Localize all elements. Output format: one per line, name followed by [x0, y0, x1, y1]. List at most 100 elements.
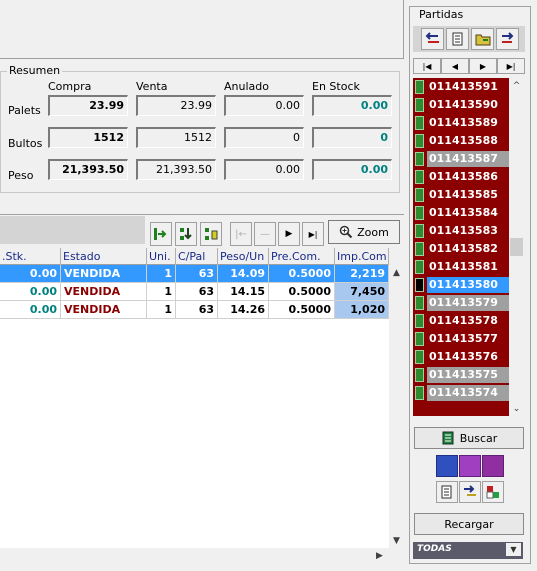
transfer-right-icon	[501, 32, 513, 43]
cell-peso-un: 14.09	[218, 265, 269, 283]
tools-transfer-button[interactable]	[459, 481, 481, 503]
partida-item[interactable]: 011413591	[413, 78, 524, 96]
col-header-compra: Compra	[48, 80, 92, 93]
tools-grid-button[interactable]	[482, 481, 504, 503]
move-down-button[interactable]	[175, 222, 197, 246]
grid-vertical-scrollbar[interactable]: ▲ ▼	[389, 265, 404, 548]
partida-item[interactable]: 011413583	[413, 222, 524, 240]
next-record-button[interactable]: ▶	[278, 222, 300, 246]
partida-item[interactable]: 011413575	[413, 366, 524, 384]
scroll-up-icon[interactable]: ▲	[389, 265, 404, 280]
chevron-down-icon[interactable]: ▼	[506, 543, 521, 556]
partida-item[interactable]: 011413589	[413, 114, 524, 132]
grid-horizontal-scrollbar[interactable]: ▶	[0, 548, 404, 563]
row-indicator-icon	[415, 332, 424, 346]
document-icon	[441, 485, 452, 499]
table-row[interactable]: 0.00 VENDIDA 1 63 14.09 0.5000 2,219	[0, 265, 389, 283]
cell-imp-com: 2,219	[335, 265, 389, 283]
partida-item[interactable]: 011413590	[413, 96, 524, 114]
partida-item[interactable]: 011413578	[413, 312, 524, 330]
partida-item[interactable]: 011413584	[413, 204, 524, 222]
partidas-action-3-button[interactable]	[471, 28, 494, 50]
check-purple-icon[interactable]	[459, 455, 481, 477]
header-imp-com[interactable]: Imp.Com	[335, 248, 389, 265]
bultos-venta-value: 1512	[136, 127, 216, 148]
partida-item[interactable]: 011413580	[413, 276, 524, 294]
row-indicator-icon	[415, 314, 424, 328]
partida-item[interactable]: 011413577	[413, 330, 524, 348]
row-indicator-icon	[415, 116, 424, 130]
partidas-prev-button[interactable]: ◀	[441, 58, 469, 74]
row-label-bultos: Bultos	[8, 137, 43, 150]
partida-item[interactable]: 011413576	[413, 348, 524, 366]
partida-item[interactable]: 011413582	[413, 240, 524, 258]
header-uni[interactable]: Uni.	[147, 248, 176, 265]
partidas-action-4-button[interactable]	[496, 28, 519, 50]
last-record-icon: ▶|	[308, 229, 318, 239]
partidas-first-button[interactable]: |◀	[413, 58, 441, 74]
cell-uni: 1	[147, 283, 176, 301]
zoom-button[interactable]: Zoom	[328, 220, 400, 244]
prev-record-button[interactable]: —	[254, 222, 276, 246]
partida-item[interactable]: 011413581	[413, 258, 524, 276]
scroll-down-icon[interactable]: ⌄	[509, 401, 524, 416]
partida-label: 011413578	[429, 314, 498, 327]
row-label-palets: Palets	[8, 104, 41, 117]
buscar-button[interactable]: Buscar	[414, 427, 524, 449]
first-record-button[interactable]: |←	[230, 222, 252, 246]
play-icon: ▶	[285, 229, 293, 239]
header-stock[interactable]: .Stk.	[0, 248, 61, 265]
table-row[interactable]: 0.00 VENDIDA 1 63 14.15 0.5000 7,450	[0, 283, 389, 301]
partidas-action-2-button[interactable]	[446, 28, 469, 50]
table-row[interactable]: 0.00 VENDIDA 1 63 14.26 0.5000 1,020	[0, 301, 389, 319]
move-list-button[interactable]	[200, 222, 222, 246]
partida-item[interactable]: 011413586	[413, 168, 524, 186]
recargar-label: Recargar	[444, 517, 494, 531]
header-pre-com[interactable]: Pre.Com.	[269, 248, 335, 265]
tools-document-button[interactable]	[436, 481, 458, 503]
filter-select[interactable]: TODAS ▼	[413, 542, 523, 559]
partidas-next-button[interactable]: ▶	[469, 58, 497, 74]
row-indicator-icon	[415, 188, 424, 202]
partidas-scrollbar[interactable]: ^ ⌄	[509, 78, 524, 416]
scroll-right-icon[interactable]: ▶	[372, 548, 387, 563]
partida-label: 011413579	[427, 295, 520, 311]
export-excel-button[interactable]	[150, 222, 172, 246]
last-record-button[interactable]: ▶|	[302, 222, 324, 246]
cell-pre-com: 0.5000	[269, 301, 335, 319]
scroll-down-icon[interactable]: ▼	[389, 533, 404, 548]
row-indicator-icon	[415, 206, 424, 220]
partida-label: 011413587	[427, 151, 520, 167]
scroll-thumb[interactable]	[510, 238, 523, 256]
header-c-pal[interactable]: C/Pal	[176, 248, 218, 265]
partida-label: 011413591	[429, 80, 498, 93]
folder-icon	[475, 34, 490, 46]
partida-item[interactable]: 011413588	[413, 132, 524, 150]
prev-record-icon: —	[260, 228, 270, 240]
recargar-button[interactable]: Recargar	[414, 513, 524, 535]
grid-icon	[486, 486, 499, 499]
palets-anulado-value: 0.00	[224, 95, 304, 116]
check-violet-icon[interactable]	[482, 455, 504, 477]
partida-item[interactable]: 011413579	[413, 294, 524, 312]
resumen-title: Resumen	[7, 64, 63, 77]
partida-label: 011413589	[429, 116, 498, 129]
partida-item[interactable]: 011413585	[413, 186, 524, 204]
partidas-last-button[interactable]: ▶|	[497, 58, 525, 74]
prev-icon: ◀	[451, 61, 459, 71]
partida-label: 011413584	[429, 206, 498, 219]
header-estado[interactable]: Estado	[61, 248, 147, 265]
partidas-list: 011413591 011413590 011413589 011413588 0114…	[413, 78, 524, 416]
bultos-anulado-value: 0	[224, 127, 304, 148]
bultos-compra-value: 1512	[48, 127, 128, 148]
check-blue-icon[interactable]	[436, 455, 458, 477]
partidas-action-1-button[interactable]	[421, 28, 444, 50]
palets-venta-value: 23.99	[136, 95, 216, 116]
partida-label: 011413580	[427, 277, 520, 293]
scroll-up-icon[interactable]: ^	[509, 78, 524, 93]
partida-label: 011413574	[427, 385, 520, 401]
header-peso-un[interactable]: Peso/Un	[218, 248, 269, 265]
peso-anulado-value: 0.00	[224, 159, 304, 180]
partida-item[interactable]: 011413574	[413, 384, 524, 402]
partida-item[interactable]: 011413587	[413, 150, 524, 168]
